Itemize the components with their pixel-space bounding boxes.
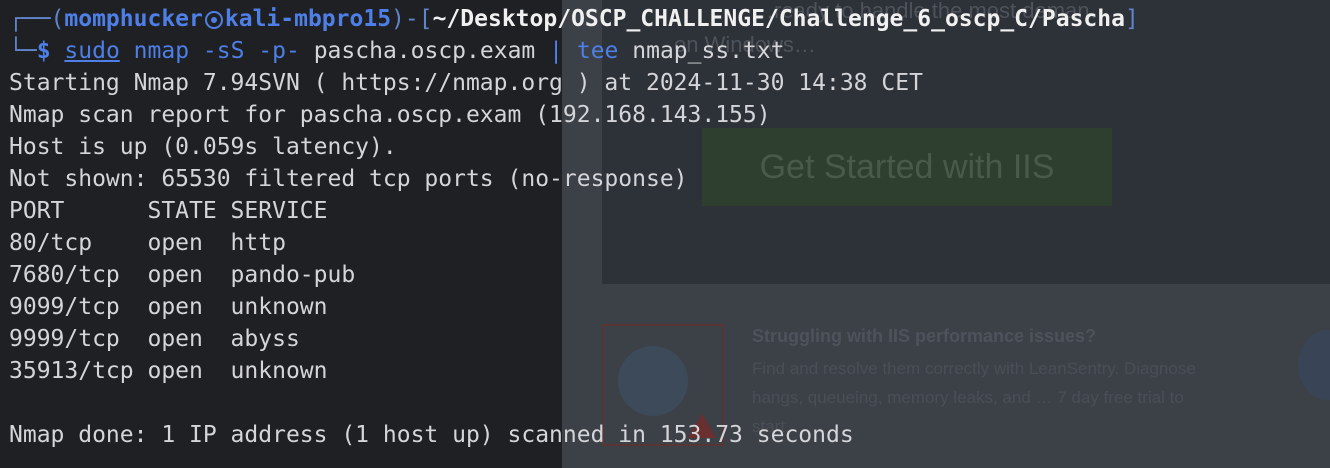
- output-line: Nmap scan report for pascha.oscp.exam (1…: [9, 102, 771, 128]
- prompt-host: kali-mbpro15: [224, 6, 392, 32]
- prompt-close-bracket: ]: [1124, 6, 1139, 32]
- command-target: pascha.oscp.exam: [313, 38, 536, 64]
- ports-header: PORT STATE SERVICE: [9, 198, 328, 224]
- command-tee: tee: [576, 38, 619, 64]
- port-row: 80/tcp open http: [9, 230, 286, 256]
- skull-icon: [204, 11, 223, 29]
- output-line: Not shown: 65530 filtered tcp ports (no-…: [9, 166, 688, 192]
- command-pipe: |: [549, 38, 563, 64]
- prompt-dollar: $: [36, 38, 51, 64]
- port-row: 9099/tcp open unknown: [9, 294, 328, 320]
- prompt-user: momphucker: [64, 6, 203, 32]
- port-row: 7680/tcp open pando-pub: [9, 262, 356, 288]
- prompt-corner-top: ┌──(: [9, 6, 65, 32]
- output-line: Starting Nmap 7.94SVN ( https://nmap.org…: [9, 70, 923, 96]
- command-sudo: sudo: [64, 38, 120, 64]
- terminal-window[interactable]: ┌──(momphucker kali-mbpro15)-[~/Desktop/O…: [0, 0, 1330, 468]
- command-line[interactable]: └─$ sudo nmap -sS -p- pascha.oscp.exam |…: [9, 35, 785, 67]
- command-outfile: nmap_ss.txt: [632, 38, 785, 64]
- prompt-path: ~/Desktop/OSCP_CHALLENGE/Challenge_6_osc…: [432, 6, 1125, 32]
- prompt-line: ┌──(momphucker kali-mbpro15)-[~/Desktop/O…: [9, 3, 1139, 35]
- prompt-corner-bottom: └─: [9, 38, 37, 64]
- command-args: nmap -sS -p-: [133, 38, 300, 64]
- output-line: Host is up (0.059s latency).: [9, 134, 397, 160]
- prompt-separator: )-[: [391, 6, 433, 32]
- output-line: Nmap done: 1 IP address (1 host up) scan…: [9, 422, 854, 448]
- port-row: 9999/tcp open abyss: [9, 326, 300, 352]
- port-row: 35913/tcp open unknown: [9, 358, 328, 384]
